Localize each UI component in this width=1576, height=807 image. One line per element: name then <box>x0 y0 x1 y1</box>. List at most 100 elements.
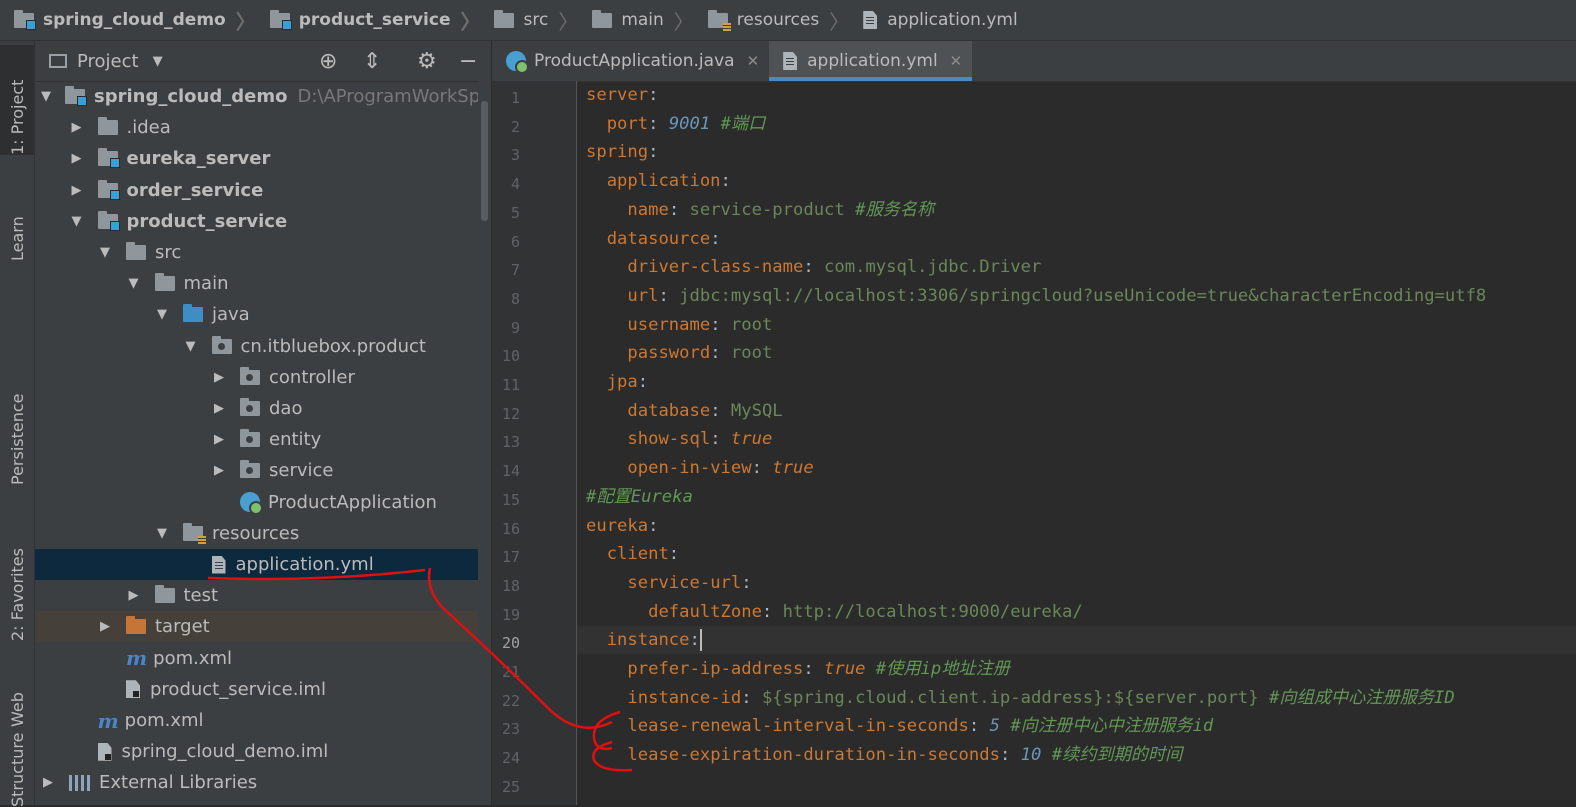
line-number: 24 <box>501 749 520 768</box>
code-line[interactable]: server: <box>586 81 658 109</box>
collapse-arrow-icon[interactable]: ▶ <box>127 588 141 603</box>
code-line[interactable]: open-in-view: true <box>586 454 813 482</box>
collapse-arrow-icon[interactable]: ▶ <box>70 183 84 198</box>
code-line[interactable]: url: jdbc:mysql://localhost:3306/springc… <box>586 282 1486 310</box>
expand-arrow-icon[interactable]: ▼ <box>127 276 141 291</box>
collapse-all-icon[interactable]: ⇕ <box>363 49 381 74</box>
locate-file-icon[interactable]: ⊕ <box>319 49 337 74</box>
expand-arrow-icon[interactable]: ▼ <box>41 89 51 104</box>
close-icon[interactable]: ✕ <box>747 52 760 70</box>
chevron-down-icon[interactable]: ▼ <box>153 54 163 69</box>
code-line[interactable]: username: root <box>586 311 772 339</box>
tree-node[interactable]: ▼ resources <box>35 518 491 549</box>
side-tab-2[interactable]: Learn <box>0 181 34 261</box>
project-view-selector[interactable]: Project <box>77 51 139 72</box>
code-line[interactable]: name: service-product #服务名称 <box>586 196 934 224</box>
code-line[interactable]: service-url: <box>586 569 751 597</box>
tree-node[interactable]: ▼ product_service <box>35 206 491 237</box>
code-line[interactable]: client: <box>586 540 679 568</box>
tree-node[interactable]: ▶ test <box>35 580 491 611</box>
close-icon[interactable]: ✕ <box>950 52 963 70</box>
breadcrumb-item[interactable]: spring_cloud_demo 〉 <box>0 6 256 35</box>
collapse-arrow-icon[interactable]: ▶ <box>212 401 226 416</box>
side-tab-4[interactable]: 2: Favorites <box>0 511 34 641</box>
breadcrumb-item[interactable]: src 〉 <box>480 6 578 35</box>
tree-node[interactable]: ▶ entity <box>35 424 491 455</box>
collapse-arrow-icon[interactable]: ▶ <box>212 463 226 478</box>
expand-arrow-icon[interactable]: ▼ <box>155 526 169 541</box>
collapse-arrow-icon[interactable]: ▶ <box>212 370 226 385</box>
tree-node[interactable]: m pom.xml <box>35 705 491 736</box>
code-line[interactable]: instance: <box>586 626 702 654</box>
tree-node[interactable]: application.yml <box>35 549 491 580</box>
collapse-arrow-icon[interactable]: ▶ <box>70 151 84 166</box>
code-line[interactable]: lease-expiration-duration-in-seconds: 10… <box>586 741 1182 769</box>
tree-node[interactable]: m pom.xml <box>35 643 491 674</box>
collapse-arrow-icon[interactable]: ▶ <box>212 432 226 447</box>
hide-panel-icon[interactable]: − <box>459 49 477 74</box>
tree-node[interactable]: ▼ java <box>35 299 491 330</box>
gear-icon[interactable]: ⚙ <box>417 49 437 74</box>
project-scrollbar[interactable] <box>478 41 491 805</box>
side-tab-3[interactable]: Persistence <box>0 359 34 485</box>
tree-node[interactable]: ProductApplication <box>35 487 491 518</box>
tree-node[interactable]: spring_cloud_demo.iml <box>35 736 491 767</box>
tree-node[interactable]: ▼ main <box>35 268 491 299</box>
expand-arrow-icon[interactable]: ▼ <box>98 245 112 260</box>
breadcrumb-item[interactable]: main 〉 <box>578 6 694 35</box>
code-line[interactable]: lease-renewal-interval-in-seconds: 5 #向注… <box>586 712 1213 740</box>
code-token: 5 <box>989 716 1000 737</box>
breadcrumb-item[interactable]: application.yml <box>849 10 1018 30</box>
line-number: 20 <box>501 634 520 653</box>
code-token: application <box>606 171 721 192</box>
tree-node[interactable]: ▶ dao <box>35 393 491 424</box>
code-line[interactable]: datasource: <box>586 225 721 253</box>
tree-node[interactable]: ▶ controller <box>35 362 491 393</box>
current-line-highlight <box>577 626 1576 655</box>
tree-node[interactable]: ▶ target <box>35 611 491 643</box>
code-line[interactable]: application: <box>586 167 731 195</box>
code-line[interactable]: driver-class-name: com.mysql.jdbc.Driver <box>586 253 1041 281</box>
code-line[interactable]: port: 9001 #端口 <box>586 110 766 138</box>
line-number: 16 <box>501 519 520 538</box>
line-number: 8 <box>510 289 520 308</box>
code-token: ${spring.cloud.client.ip-address}:${serv… <box>761 687 1259 708</box>
code-token: : <box>761 601 783 622</box>
code-line[interactable]: jpa: <box>586 368 648 396</box>
breadcrumb-item[interactable]: resources 〉 <box>694 6 849 35</box>
code-token: #配置Eureka <box>586 486 693 507</box>
collapse-arrow-icon[interactable]: ▶ <box>98 619 112 634</box>
code-line[interactable]: prefer-ip-address: true #使用ip地址注册 <box>586 655 1010 683</box>
tree-node[interactable]: ▶ .idea <box>35 112 491 143</box>
tree-node[interactable]: ▼ src <box>35 237 491 268</box>
line-number: 22 <box>501 691 520 710</box>
side-tab-1[interactable]: 1: Project <box>0 45 34 155</box>
editor-tab[interactable]: application.yml ✕ <box>769 41 973 81</box>
side-tab-5[interactable]: Web <box>0 657 34 727</box>
side-tab-6[interactable]: Structure <box>0 733 34 807</box>
tree-node[interactable]: ▶ order_service <box>35 175 491 206</box>
expand-arrow-icon[interactable]: ▼ <box>184 339 198 354</box>
code-line[interactable]: instance-id: ${spring.cloud.client.ip-ad… <box>586 684 1454 712</box>
expand-arrow-icon[interactable]: ▼ <box>155 307 169 322</box>
tree-node[interactable]: product_service.iml <box>35 674 491 705</box>
expand-arrow-icon[interactable]: ▼ <box>70 214 84 229</box>
code-line[interactable]: database: MySQL <box>586 397 782 425</box>
code-line[interactable]: #配置Eureka <box>586 483 693 511</box>
tree-node[interactable]: ▼ cn.itbluebox.product <box>35 331 491 362</box>
collapse-arrow-icon[interactable]: ▶ <box>70 120 84 135</box>
code-line[interactable]: defaultZone: http://localhost:9000/eurek… <box>586 598 1083 626</box>
breadcrumb-label: application.yml <box>887 10 1018 30</box>
code-line[interactable]: spring: <box>586 138 658 166</box>
tree-node[interactable]: ▼ spring_cloud_demo D:\AProgramWorkSpace\i… <box>35 81 491 112</box>
code-line[interactable]: password: root <box>586 339 772 367</box>
tree-node[interactable]: ▶ eureka_server <box>35 143 491 174</box>
editor-tab[interactable]: ProductApplication.java ✕ <box>492 41 769 81</box>
code-line[interactable]: show-sql: true <box>586 425 772 453</box>
code-line[interactable]: eureka: <box>586 512 658 540</box>
breadcrumb-item[interactable]: product_service 〉 <box>256 6 480 35</box>
collapse-arrow-icon[interactable]: ▶ <box>41 775 55 790</box>
tree-node[interactable]: ▶ service <box>35 455 491 486</box>
tree-node[interactable]: ▶ External Libraries <box>35 767 491 798</box>
